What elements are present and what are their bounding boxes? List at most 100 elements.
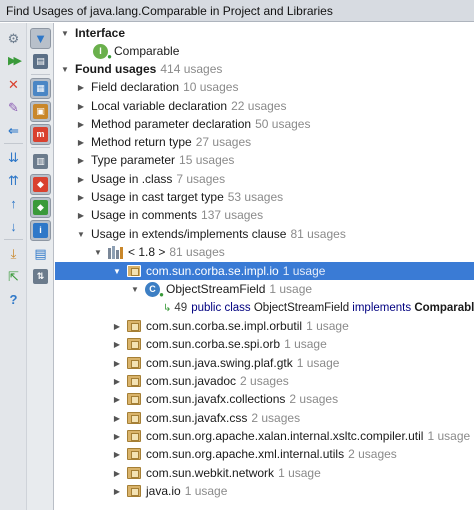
tree-group-row[interactable]: ▶ Method return type 27 usages — [55, 133, 474, 151]
usages-tree[interactable]: ▼ Interface I ● Comparable ▼ Found usages… — [55, 23, 474, 510]
package-icon — [127, 265, 141, 277]
chevron-down-icon[interactable]: ▼ — [111, 265, 123, 277]
help-icon[interactable]: ? — [3, 289, 24, 310]
chevron-right-icon[interactable]: ▶ — [75, 118, 87, 130]
group-by-package-icon[interactable]: ▣ — [30, 101, 51, 122]
expand-all-icon[interactable]: ▶▶ — [3, 51, 24, 72]
usages-toolbar-right: ▼ ▤ ▦ ▣ m ▥ ◆ ◆ i ▤ ⇅ — [27, 23, 54, 510]
tree-node-package[interactable]: ▶ com.sun.webkit.network 1 usage — [55, 464, 474, 482]
chevron-down-icon[interactable]: ▼ — [59, 63, 71, 75]
usage-code-line[interactable]: ↳ 49 public class ObjectStreamField impl… — [55, 299, 474, 317]
pin-icon[interactable]: ✎ — [3, 97, 24, 118]
package-label: com.sun.java.swing.plaf.gtk — [146, 356, 293, 370]
chevron-right-icon[interactable]: ▶ — [75, 209, 87, 221]
open-in-new-tab-icon[interactable]: ⇱ — [3, 266, 24, 287]
usage-count: 81 usages — [169, 245, 225, 259]
chevron-down-icon[interactable]: ▼ — [75, 228, 87, 240]
group-by-usage-type-icon[interactable]: ▤ — [30, 51, 51, 72]
tree-node-package[interactable]: ▶ com.sun.javadoc 2 usages — [55, 372, 474, 390]
library-icon — [108, 245, 123, 259]
chevron-right-icon[interactable]: ▶ — [111, 448, 123, 460]
show-write-access-icon[interactable]: ◆ — [30, 174, 51, 195]
previous-occurrence-icon[interactable]: ⇐ — [3, 120, 24, 141]
group-by-module-icon[interactable]: ▦ — [30, 78, 51, 99]
package-label: com.sun.javafx.collections — [146, 392, 286, 406]
tree-group-row[interactable]: ▼ Usage in extends/implements clause 81 … — [55, 225, 474, 243]
usage-count: 1 usage — [427, 429, 471, 443]
interface-icon: I ● — [93, 43, 112, 61]
usage-count: 1 usage — [184, 484, 228, 498]
chevron-right-icon[interactable]: ▶ — [75, 191, 87, 203]
export-icon[interactable]: ⤓ — [3, 243, 24, 264]
chevron-right-icon[interactable]: ▶ — [111, 393, 123, 405]
chevron-right-icon[interactable]: ▶ — [111, 338, 123, 350]
usage-count: 414 usages — [160, 62, 223, 76]
tree-node-package[interactable]: ▶ com.sun.javafx.collections 2 usages — [55, 390, 474, 408]
chevron-right-icon[interactable]: ▶ — [111, 320, 123, 332]
group-label: Local variable declaration — [91, 99, 228, 113]
close-icon[interactable]: ✕ — [3, 74, 24, 95]
merge-usages-icon[interactable]: m — [30, 124, 51, 145]
tree-group-row[interactable]: ▶ Usage in .class 7 usages — [55, 170, 474, 188]
tree-group-row[interactable]: ▶ Method parameter declaration 50 usages — [55, 115, 474, 133]
tree-group-row[interactable]: ▶ Usage in cast target type 53 usages — [55, 188, 474, 206]
tree-node-package[interactable]: ▶ com.sun.java.swing.plaf.gtk 1 usage — [55, 354, 474, 372]
tree-node-package[interactable]: ▶ com.sun.org.apache.xml.internal.utils … — [55, 445, 474, 463]
usage-count: 10 usages — [183, 80, 239, 94]
line-number: 49 — [174, 302, 188, 314]
filter-icon[interactable]: ▼ — [30, 28, 51, 49]
chevron-right-icon[interactable]: ▶ — [75, 81, 87, 93]
chevron-down-icon[interactable]: ▼ — [129, 283, 141, 295]
show-read-access-icon[interactable]: ▥ — [30, 151, 51, 172]
usages-toolbar-left: ⚙ ▶▶ ✕ ✎ ⇐ ⇊ ⇈ ↑ ↓ ⤓ ⇱ ? — [0, 23, 27, 510]
chevron-right-icon[interactable]: ▶ — [75, 136, 87, 148]
library-label: < 1.8 > — [128, 245, 166, 259]
usage-count: 7 usages — [176, 172, 226, 186]
chevron-right-icon[interactable]: ▶ — [75, 173, 87, 185]
tree-node-found-usages[interactable]: ▼ Found usages 414 usages — [55, 60, 474, 78]
chevron-down-icon[interactable]: ▼ — [92, 246, 104, 258]
tree-group-row[interactable]: ▶ Type parameter 15 usages — [55, 151, 474, 169]
group-label: Usage in .class — [91, 172, 173, 186]
tree-group-row[interactable]: ▶ Field declaration 10 usages — [55, 78, 474, 96]
chevron-right-icon[interactable]: ▶ — [75, 100, 87, 112]
usage-count: 1 usage — [296, 356, 340, 370]
chevron-right-icon[interactable]: ▶ — [111, 375, 123, 387]
chevron-right-icon[interactable]: ▶ — [111, 485, 123, 497]
tree-node-interface[interactable]: ▼ Interface — [55, 24, 474, 42]
chevron-right-icon[interactable]: ▶ — [111, 467, 123, 479]
chevron-right-icon[interactable]: ▶ — [111, 430, 123, 442]
tree-node-package[interactable]: ▶ java.io 1 usage — [55, 482, 474, 500]
collapse-icon[interactable]: ⇈ — [3, 170, 24, 191]
up-arrow-icon[interactable]: ↑ — [3, 193, 24, 214]
tree-node-package[interactable]: ▶ com.sun.org.apache.xalan.internal.xslt… — [55, 427, 474, 445]
group-label: Usage in cast target type — [91, 190, 224, 204]
usage-count: 2 usages — [348, 447, 397, 461]
package-icon — [127, 448, 141, 460]
tree-group-row[interactable]: ▶ Local variable declaration 22 usages — [55, 97, 474, 115]
package-icon — [127, 338, 141, 350]
group-label: Method return type — [91, 135, 192, 149]
tree-node-package-selected[interactable]: ▼ com.sun.corba.se.impl.io 1 usage — [55, 262, 474, 280]
chevron-right-icon[interactable]: ▶ — [111, 412, 123, 424]
tree-node-package[interactable]: ▶ com.sun.corba.se.spi.orb 1 usage — [55, 335, 474, 353]
chevron-right-icon[interactable]: ▶ — [111, 357, 123, 369]
info-icon[interactable]: i — [30, 220, 51, 241]
preview-icon[interactable]: ▤ — [30, 243, 51, 264]
show-imports-icon[interactable]: ◆ — [30, 197, 51, 218]
tree-node-package[interactable]: ▶ com.sun.corba.se.impl.orbutil 1 usage — [55, 317, 474, 335]
tree-node-class[interactable]: ▼ C ● ObjectStreamField 1 usage — [55, 280, 474, 299]
tree-group-row[interactable]: ▶ Usage in comments 137 usages — [55, 206, 474, 224]
window-title: Find Usages of java.lang.Comparable in P… — [6, 3, 333, 18]
tree-node-package[interactable]: ▶ com.sun.javafx.css 2 usages — [55, 409, 474, 427]
expand-icon[interactable]: ⇊ — [3, 147, 24, 168]
chevron-down-icon[interactable]: ▼ — [59, 27, 71, 39]
rerun-icon[interactable]: ⚙ — [3, 28, 24, 49]
sort-icon[interactable]: ⇅ — [30, 266, 51, 287]
package-icon — [127, 375, 141, 387]
down-arrow-icon[interactable]: ↓ — [3, 216, 24, 237]
tree-node-comparable[interactable]: I ● Comparable — [55, 42, 474, 61]
interface-header: Interface — [75, 26, 126, 40]
chevron-right-icon[interactable]: ▶ — [75, 154, 87, 166]
tree-node-library[interactable]: ▼ < 1.8 > 81 usages — [55, 243, 474, 261]
